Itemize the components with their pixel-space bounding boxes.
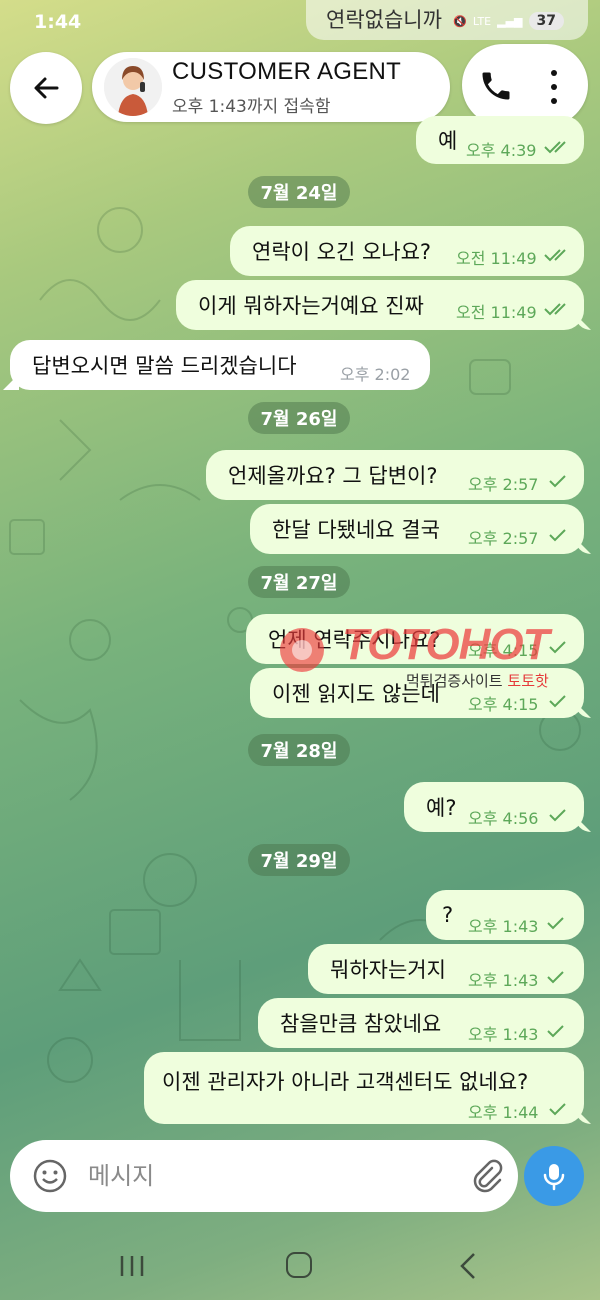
message-text: 답변오시면 말씀 드리겠습니다: [32, 354, 297, 378]
paperclip-icon: [473, 1159, 503, 1193]
signal-icon: ▂▄▆: [497, 14, 523, 28]
message-text: 연락이 오긴 오나요?: [252, 240, 432, 264]
phone-icon: [482, 72, 510, 100]
check-icon: [549, 641, 566, 654]
more-dot-icon: [551, 98, 557, 104]
system-nav-bar: [0, 1232, 600, 1300]
check-icon: [549, 529, 566, 542]
message-bubble[interactable]: 연락이 오긴 오나요? 오전 11:49: [230, 226, 584, 276]
chat-header[interactable]: CUSTOMER AGENT 오후 1:43까지 접속함: [92, 52, 450, 122]
check-icon: [547, 1025, 564, 1038]
message-text: ?: [442, 903, 454, 927]
status-icons: 🔇 LTE ▂▄▆ 37: [453, 12, 564, 30]
message-time: 오후 4:56: [468, 809, 539, 828]
message-text: 이젠 관리자가 아니라 고객센터도 없네요?: [162, 1070, 529, 1094]
message-time: 오후 4:15: [468, 695, 539, 714]
check-icon: [547, 917, 564, 930]
date-separator: 7월 27일: [248, 566, 350, 598]
message-text: 이게 뭐하자는거예요 진짜: [198, 294, 424, 318]
mute-icon: 🔇: [453, 14, 467, 28]
message-time: 오후 2:57: [468, 529, 539, 548]
check-icon: [549, 1103, 566, 1116]
voice-record-button[interactable]: [524, 1146, 584, 1206]
message-text: 예?: [426, 796, 457, 820]
message-text: 언제올까요? 그 답변이?: [228, 464, 438, 488]
arrow-left-icon: [34, 77, 59, 99]
message-bubble[interactable]: 언제 연락주시나요? 오후 4:15: [246, 614, 584, 664]
agent-avatar-image: [104, 58, 162, 116]
more-dot-icon: [551, 84, 557, 90]
double-check-icon: [544, 249, 566, 262]
message-time: 오후 4:15: [468, 641, 539, 660]
more-dot-icon: [551, 70, 557, 76]
emoji-smile-icon: [33, 1159, 67, 1193]
status-bar: 연락없습니까 1:44 🔇 LTE ▂▄▆ 37: [0, 0, 600, 46]
header-actions: [462, 44, 588, 126]
message-time: 오전 11:49: [456, 249, 537, 268]
message-bubble[interactable]: ? 오후 1:43: [426, 890, 584, 940]
message-bubble[interactable]: 이젠 관리자가 아니라 고객센터도 없네요? 오후 1:44: [144, 1052, 584, 1124]
message-bubble[interactable]: 언제올까요? 그 답변이? 오후 2:57: [206, 450, 584, 500]
message-text: 참을만큼 참았네요: [280, 1012, 442, 1036]
check-icon: [549, 695, 566, 708]
status-time: 1:44: [34, 11, 82, 33]
message-text: 한달 다됐네요 결국: [272, 518, 440, 542]
message-time: 오후 1:43: [468, 1025, 539, 1044]
more-options-button[interactable]: [544, 70, 564, 104]
message-time: 오전 11:49: [456, 303, 537, 322]
message-text: 뭐하자는거지: [330, 958, 446, 982]
message-bubble[interactable]: 한달 다됐네요 결국 오후 2:57: [250, 504, 584, 554]
message-time: 오후 1:43: [468, 971, 539, 990]
message-bubble[interactable]: 예 오후 4:39: [416, 116, 584, 164]
check-icon: [549, 475, 566, 488]
phone-call-button[interactable]: [478, 68, 514, 104]
message-composer: [10, 1140, 518, 1212]
date-separator: 7월 24일: [248, 176, 350, 208]
avatar[interactable]: [104, 58, 162, 116]
message-bubble[interactable]: 예? 오후 4:56: [404, 782, 584, 832]
message-time: 오후 1:43: [468, 917, 539, 936]
emoji-button[interactable]: [32, 1158, 68, 1194]
date-separator: 7월 29일: [248, 844, 350, 876]
message-time: 오후 4:39: [466, 141, 537, 160]
battery-indicator: 37: [528, 12, 564, 30]
message-bubble[interactable]: 답변오시면 말씀 드리겠습니다 오후 2:02: [10, 340, 430, 390]
contact-name: CUSTOMER AGENT: [172, 58, 402, 85]
check-icon: [547, 971, 564, 984]
attach-button[interactable]: [468, 1158, 504, 1194]
message-time: 오후 1:44: [468, 1103, 539, 1122]
last-seen-status: 오후 1:43까지 접속함: [172, 97, 331, 117]
message-bubble[interactable]: 뭐하자는거지 오후 1:43: [308, 944, 584, 994]
message-bubble[interactable]: 참을만큼 참았네요 오후 1:43: [258, 998, 584, 1048]
message-input[interactable]: [88, 1156, 448, 1196]
recent-apps-icon[interactable]: [118, 1254, 146, 1278]
back-button[interactable]: [10, 52, 82, 124]
home-button-icon[interactable]: [286, 1252, 312, 1278]
message-bubble[interactable]: 이게 뭐하자는거예요 진짜 오전 11:49: [176, 280, 584, 330]
message-time: 오후 2:02: [340, 365, 411, 384]
message-text: 예: [438, 129, 458, 153]
network-label: LTE: [472, 14, 492, 28]
message-text: 이젠 읽지도 않는데: [272, 682, 440, 706]
check-icon: [549, 809, 566, 822]
date-separator: 7월 26일: [248, 402, 350, 434]
double-check-icon: [544, 141, 566, 154]
double-check-icon: [544, 303, 566, 316]
message-bubble[interactable]: 이젠 읽지도 않는데 오후 4:15: [250, 668, 584, 718]
date-separator: 7월 28일: [248, 734, 350, 766]
microphone-icon: [543, 1164, 565, 1191]
message-text: 언제 연락주시나요?: [268, 628, 441, 652]
nav-back-icon[interactable]: [458, 1252, 478, 1280]
message-time: 오후 2:57: [468, 475, 539, 494]
